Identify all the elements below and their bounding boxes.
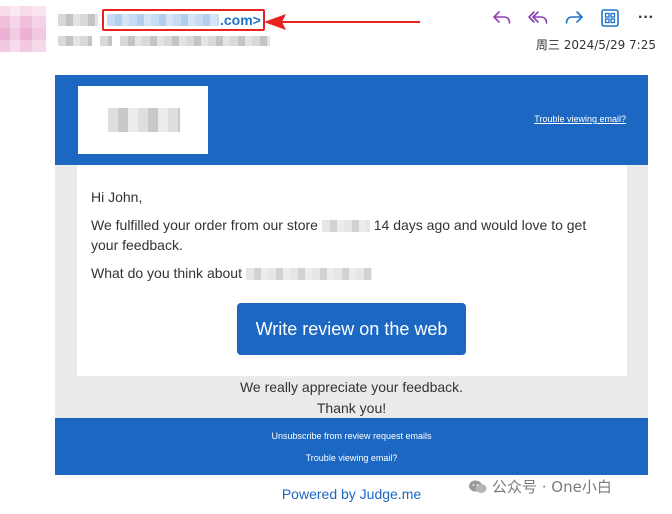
wechat-icon [469,480,487,493]
email-body: Trouble viewing email? Hi John, We fulfi… [55,75,648,475]
email-footer: Unsubscribe from review request emails T… [55,418,648,475]
sender-address-highlight[interactable]: .com> [102,9,265,31]
redacted-recipient [120,36,270,46]
reply-all-icon[interactable] [526,6,550,30]
appreciate-line: We really appreciate your feedback. [239,379,464,395]
fulfilled-paragraph: We fulfilled your order from our store 1… [91,215,613,255]
question-prefix: What do you think about [91,265,246,281]
message-card: Hi John, We fulfilled your order from ou… [77,165,627,376]
redacted-recipient-icon [100,36,112,46]
appreciation-block: We really appreciate your feedback. Than… [55,377,648,419]
email-banner: Trouble viewing email? [55,75,648,165]
reply-icon[interactable] [490,6,514,30]
redacted-logo [108,108,180,132]
unsubscribe-link[interactable]: Unsubscribe from review request emails [55,431,648,441]
paragraph-before: We fulfilled your order from our store [91,217,322,233]
watermark-text: 公众号 · One小白 [492,478,612,496]
write-review-button[interactable]: Write review on the web [237,303,466,355]
recipient-line [58,36,270,46]
redacted-sender-email [107,14,219,26]
redacted-store-name [321,220,370,233]
apps-icon[interactable] [598,6,622,30]
redacted-recipient-label [58,36,92,46]
forward-icon[interactable] [562,6,586,30]
sender-avatar [0,6,46,52]
more-icon[interactable]: ··· [634,6,658,30]
greeting: Hi John, [91,189,143,205]
trouble-viewing-link-bottom[interactable]: Trouble viewing email? [55,453,648,463]
watermark: 公众号 · One小白 [468,476,612,497]
sender-line: .com> [58,8,265,32]
message-toolbar: ··· [490,6,658,30]
redacted-sender-name [58,14,98,26]
thanks-line: Thank you! [316,400,387,416]
store-logo [78,86,208,154]
redacted-product-name [245,268,372,281]
trouble-viewing-link-top[interactable]: Trouble viewing email? [534,114,626,124]
sender-domain: .com> [220,12,261,28]
message-date: 周三 2024/5/29 7:25 [535,38,656,52]
red-arrow-annotation [264,14,420,30]
question-line: What do you think about [91,263,613,283]
